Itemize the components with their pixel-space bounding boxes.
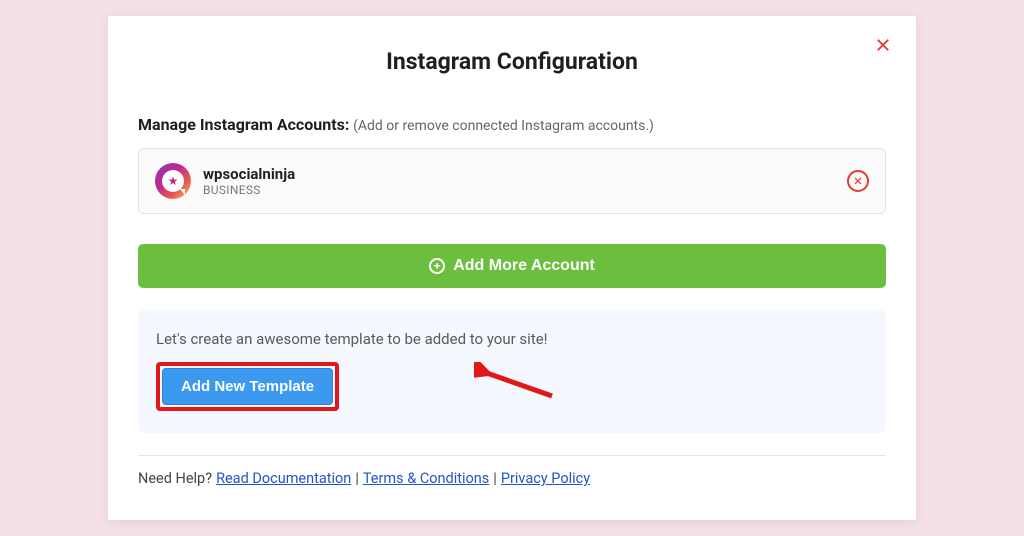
privacy-link[interactable]: Privacy Policy <box>501 470 590 487</box>
account-avatar: ★ <box>155 163 191 199</box>
template-prompt-text: Let's create an awesome template to be a… <box>156 330 868 348</box>
connected-account-card: ★ wpsocialninja BUSINESS <box>138 148 886 214</box>
annotation-arrow-icon <box>474 362 554 402</box>
add-more-label: Add More Account <box>453 257 595 275</box>
instagram-config-modal: Instagram Configuration Manage Instagram… <box>108 16 916 520</box>
close-icon <box>874 36 892 54</box>
need-help-label: Need Help? <box>138 470 212 487</box>
modal-title: Instagram Configuration <box>138 48 886 75</box>
account-name: wpsocialninja <box>203 165 295 183</box>
remove-account-button[interactable] <box>847 170 869 192</box>
plus-circle-icon: + <box>429 258 445 274</box>
separator: | <box>355 470 359 487</box>
add-more-account-button[interactable]: + Add More Account <box>138 244 886 288</box>
read-documentation-link[interactable]: Read Documentation <box>216 470 351 487</box>
account-info: wpsocialninja BUSINESS <box>203 165 295 197</box>
add-template-highlight: Add New Template <box>156 362 339 411</box>
template-prompt-card: Let's create an awesome template to be a… <box>138 310 886 433</box>
remove-icon <box>853 176 863 186</box>
terms-link[interactable]: Terms & Conditions <box>363 470 489 487</box>
avatar-bubble-icon: ★ <box>162 170 184 192</box>
manage-accounts-hint: (Add or remove connected Instagram accou… <box>353 118 654 134</box>
help-footer: Need Help? Read Documentation | Terms & … <box>138 455 886 487</box>
add-new-template-button[interactable]: Add New Template <box>162 368 333 405</box>
manage-accounts-title: Manage Instagram Accounts: <box>138 115 349 134</box>
account-type: BUSINESS <box>203 183 295 197</box>
star-icon: ★ <box>168 175 179 187</box>
manage-accounts-label: Manage Instagram Accounts: (Add or remov… <box>138 115 886 134</box>
close-button[interactable] <box>872 34 894 56</box>
separator: | <box>493 470 497 487</box>
